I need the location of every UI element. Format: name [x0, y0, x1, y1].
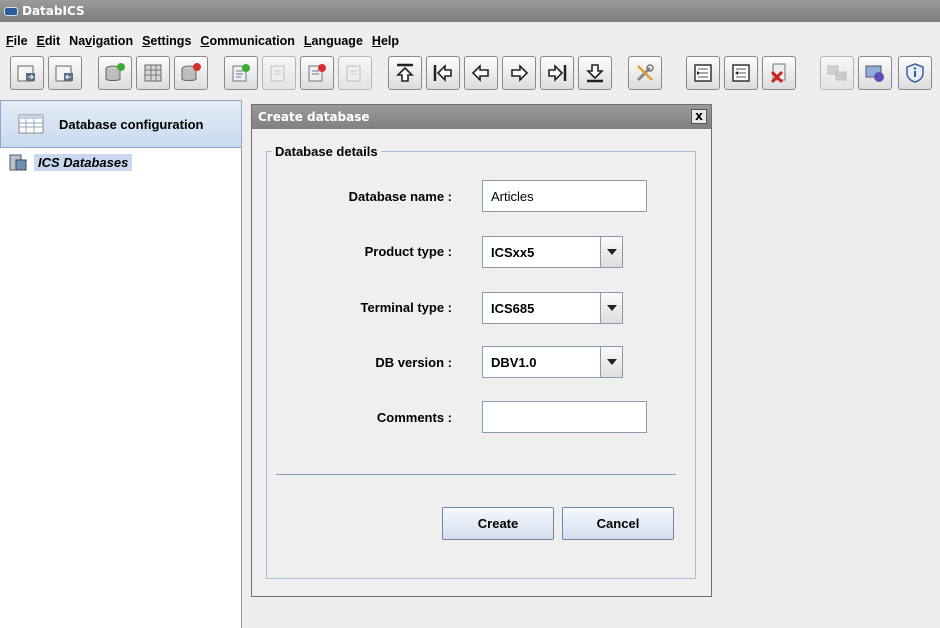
database-config-icon — [18, 114, 44, 134]
file-delete-icon[interactable] — [762, 56, 796, 90]
group-title: Database details — [272, 144, 381, 159]
tree-node-ics-databases[interactable]: ICS Databases — [8, 152, 133, 172]
comments-label: Comments : — [376, 410, 452, 425]
info-shield-icon[interactable] — [898, 56, 932, 90]
cancel-button[interactable]: Cancel — [562, 507, 674, 540]
menu-settings[interactable]: Settings — [142, 34, 191, 48]
product-type-label: Product type : — [364, 244, 452, 259]
transfer-icon[interactable] — [820, 56, 854, 90]
chevron-down-icon[interactable] — [600, 293, 622, 323]
window-out-icon[interactable] — [48, 56, 82, 90]
export-icon[interactable] — [724, 56, 758, 90]
create-button[interactable]: Create — [442, 507, 554, 540]
next-icon[interactable] — [502, 56, 536, 90]
record-edit-icon[interactable] — [262, 56, 296, 90]
product-type-select[interactable]: ICSxx5 — [482, 236, 623, 268]
db-version-label: DB version : — [375, 355, 452, 370]
chevron-down-icon[interactable] — [600, 347, 622, 377]
menu-language[interactable]: Language — [304, 34, 363, 48]
database-configuration-tab[interactable]: Database configuration — [0, 100, 242, 148]
import-icon[interactable] — [686, 56, 720, 90]
db-version-select[interactable]: DBV1.0 — [482, 346, 623, 378]
dialog-titlebar: Create database x — [252, 105, 711, 129]
database-name-label: Database name : — [348, 189, 452, 204]
menu-navigation[interactable]: Navigation — [69, 34, 133, 48]
window-in-icon[interactable] — [10, 56, 44, 90]
first-icon[interactable] — [388, 56, 422, 90]
menu-help[interactable]: Help — [372, 34, 399, 48]
terminal-type-label: Terminal type : — [360, 300, 452, 315]
close-icon[interactable]: x — [691, 109, 707, 124]
database-name-input[interactable]: Articles — [482, 180, 647, 212]
app-icon — [4, 6, 18, 16]
comments-input[interactable] — [482, 401, 647, 433]
divider — [276, 474, 676, 475]
last-icon[interactable] — [578, 56, 612, 90]
tree-node-label: ICS Databases — [34, 153, 133, 171]
product-type-value: ICSxx5 — [491, 244, 535, 260]
create-database-dialog: Create database x Database details Datab… — [251, 104, 712, 597]
record-copy-icon[interactable] — [338, 56, 372, 90]
toolbar — [0, 52, 940, 96]
database-configuration-label: Database configuration — [59, 116, 204, 132]
window-title: DatabICS — [22, 4, 85, 18]
left-panel: Database configuration ICS Databases — [0, 100, 242, 628]
db-version-value: DBV1.0 — [491, 354, 537, 370]
menu-bar: File Edit Navigation Settings Communicat… — [0, 32, 940, 50]
previous-page-icon[interactable] — [426, 56, 460, 90]
database-add-icon[interactable] — [98, 56, 132, 90]
database-table-icon[interactable] — [136, 56, 170, 90]
monitor-icon[interactable] — [858, 56, 892, 90]
record-add-icon[interactable] — [224, 56, 258, 90]
database-delete-icon[interactable] — [174, 56, 208, 90]
tools-icon[interactable] — [628, 56, 662, 90]
terminal-type-value: ICS685 — [491, 300, 535, 316]
window-titlebar: DatabICS — [0, 0, 940, 22]
dialog-title: Create database — [258, 110, 370, 124]
previous-icon[interactable] — [464, 56, 498, 90]
server-icon — [9, 154, 27, 171]
menu-edit[interactable]: Edit — [37, 34, 61, 48]
chevron-down-icon[interactable] — [600, 237, 622, 267]
terminal-type-select[interactable]: ICS685 — [482, 292, 623, 324]
record-delete-icon[interactable] — [300, 56, 334, 90]
menu-communication[interactable]: Communication — [200, 34, 294, 48]
menu-file[interactable]: File — [6, 34, 28, 48]
next-page-icon[interactable] — [540, 56, 574, 90]
